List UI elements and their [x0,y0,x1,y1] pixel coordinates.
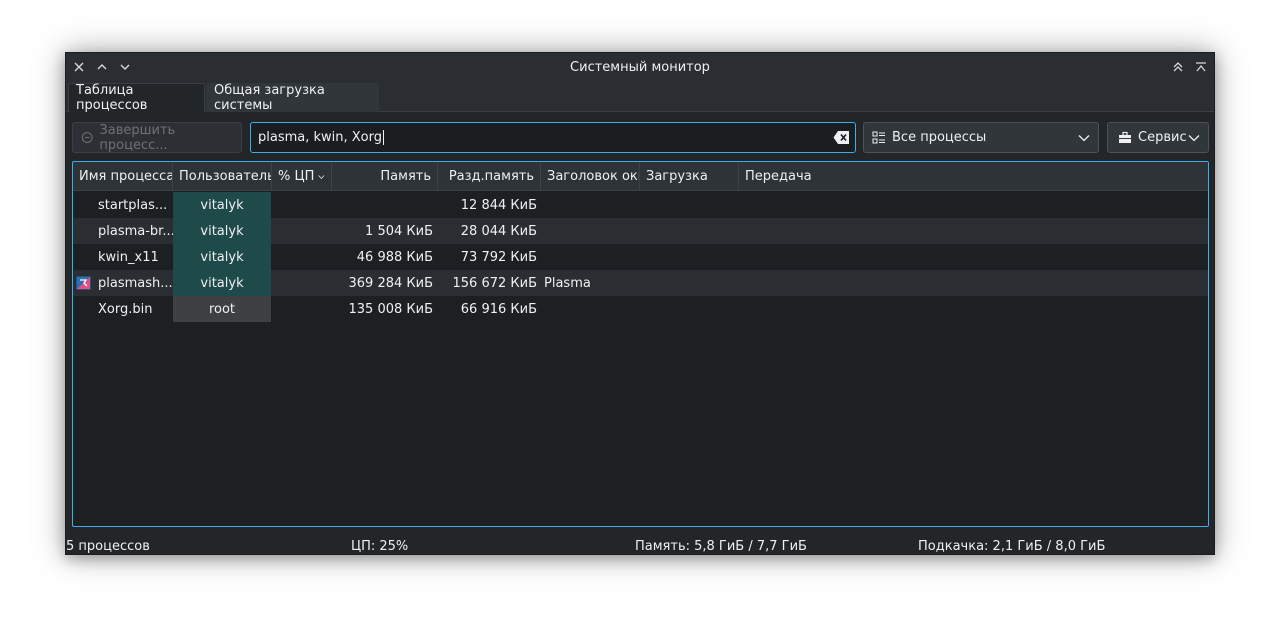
tab-label: Общая загрузка системы [214,83,325,113]
tab-system-load[interactable]: Общая загрузка системы [206,83,379,113]
shade-icon[interactable] [1192,58,1210,76]
window-title: Системный монитор [570,60,710,75]
kill-process-icon [81,132,93,143]
column-header-memory[interactable]: Память [332,162,438,191]
process-filter-value: Все процессы [892,130,987,145]
process-cpu [272,218,332,244]
tools-menu-button[interactable]: Сервис [1107,122,1209,153]
process-user: root [173,296,271,322]
process-user: vitalyk [173,270,271,296]
kill-process-label: Завершить процесс... [99,122,176,153]
process-cpu [272,270,332,296]
process-user: vitalyk [173,244,271,270]
process-window-title: Plasma [544,275,591,291]
table-row[interactable]: startplas... vitalyk 12 844 КиБ [73,192,1208,218]
process-window-title [539,296,639,322]
table-row[interactable]: plasmash... vitalyk 369 284 КиБ 156 672 … [73,270,1208,296]
tab-label: Таблица процессов [76,83,148,113]
tab-bar: Таблица процессов Общая загрузка системы [66,81,1214,113]
status-swap: Подкачка: 2,1 ГиБ / 8,0 ГиБ [918,539,1106,554]
tab-process-table[interactable]: Таблица процессов [68,83,205,113]
table-row[interactable]: plasma-br... vitalyk 1 504 КиБ 28 044 Ки… [73,218,1208,244]
tools-label: Сервис [1138,130,1187,145]
search-value: plasma, kwin, Xorg [258,130,383,145]
table-header: Имя процесса Пользователь % ЦП Память Ра… [73,162,1208,191]
process-list-icon [872,131,885,143]
process-user: vitalyk [173,218,271,244]
column-header-user[interactable]: Пользователь [173,162,272,191]
process-memory: 135 008 КиБ [348,301,434,317]
column-header-cpu[interactable]: % ЦП [272,162,332,191]
plasma-app-icon [76,276,91,290]
process-table[interactable]: Имя процесса Пользователь % ЦП Память Ра… [72,161,1209,527]
process-memory [332,192,438,218]
column-header-name[interactable]: Имя процесса [73,162,173,191]
title-bar[interactable]: Системный монитор [66,53,1214,81]
process-shared-memory: 73 792 КиБ [460,249,537,265]
clear-text-icon[interactable] [833,130,850,145]
status-process-count: 5 процессов [66,539,150,554]
table-row[interactable]: Xorg.bin root 135 008 КиБ 66 916 КиБ [73,296,1208,322]
text-caret [383,130,385,145]
process-cpu [272,244,332,270]
double-chevron-up-icon[interactable] [1169,58,1187,76]
process-shared-memory: 66 916 КиБ [460,301,537,317]
process-name: Xorg.bin [98,301,153,317]
system-monitor-window: Системный монитор Таблица процессов Обща… [65,52,1215,555]
column-header-upload[interactable]: Передача [739,162,1208,191]
process-cpu [272,296,332,322]
toolbox-icon [1119,131,1131,143]
chevron-down-icon [1188,135,1200,142]
search-input[interactable]: plasma, kwin, Xorg [250,122,856,153]
process-window-title [539,192,639,218]
process-name: plasmash... [98,275,173,291]
process-filter-select[interactable]: Все процессы [863,122,1099,153]
status-cpu: ЦП: 25% [351,539,409,554]
process-memory: 1 504 КиБ [365,223,433,239]
column-header-shared-memory[interactable]: Разд.память [438,162,541,191]
sort-descending-icon [318,174,325,179]
process-window-title [539,244,639,270]
process-name: kwin_x11 [98,249,159,265]
process-memory: 369 284 КиБ [348,275,434,291]
kill-process-button[interactable]: Завершить процесс... [72,122,242,153]
process-name: plasma-br... [98,223,173,239]
process-name: startplas... [98,197,168,213]
status-memory: Память: 5,8 ГиБ / 7,7 ГиБ [635,539,807,554]
process-shared-memory: 12 844 КиБ [460,197,537,213]
process-user: vitalyk [173,192,271,218]
process-memory: 46 988 КиБ [356,249,433,265]
column-header-cpu-label: % ЦП [278,169,315,184]
column-header-download[interactable]: Загрузка [640,162,739,191]
column-header-window-title[interactable]: Заголовок окна [541,162,640,191]
chevron-down-icon [1078,135,1090,142]
process-cpu [272,192,332,218]
process-shared-memory: 28 044 КиБ [460,223,537,239]
process-window-title [539,218,639,244]
process-shared-memory: 156 672 КиБ [452,275,538,291]
table-row[interactable]: kwin_x11 vitalyk 46 988 КиБ 73 792 КиБ [73,244,1208,270]
